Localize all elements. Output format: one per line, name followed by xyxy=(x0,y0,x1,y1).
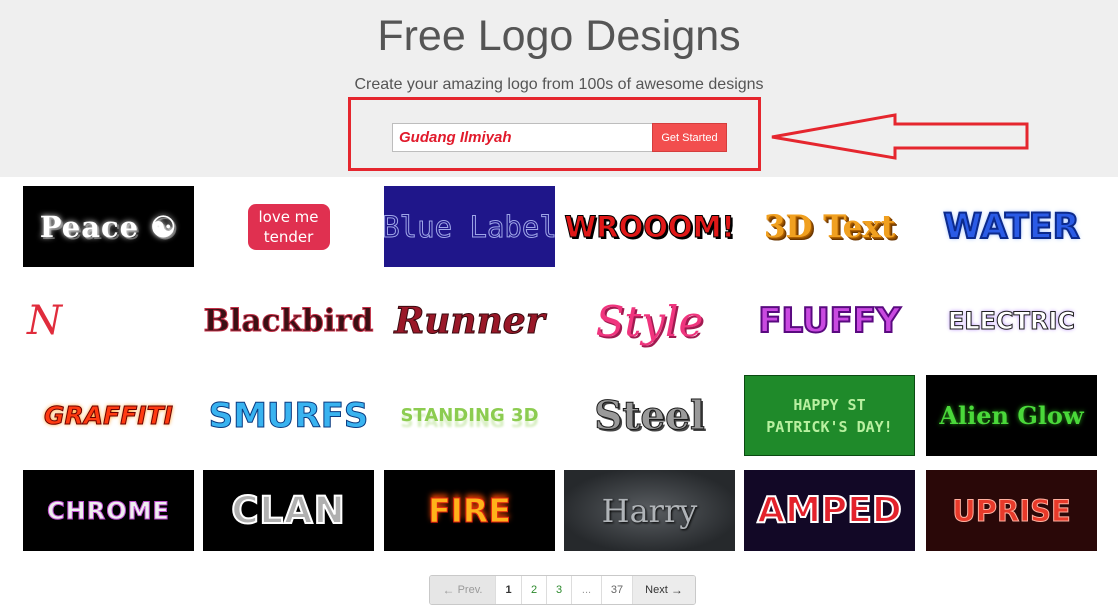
logo-tile-amped[interactable]: AMPED xyxy=(744,470,915,551)
page-1-link[interactable]: 1 xyxy=(496,576,522,604)
next-page-button[interactable]: Next → xyxy=(633,576,695,604)
logo-tile-chrome[interactable]: CHROME xyxy=(23,470,194,551)
logo-tile-electric[interactable]: ELECTRIC xyxy=(926,281,1097,361)
logo-tile-alien-glow[interactable]: Alien Glow xyxy=(926,375,1097,456)
logo-tile-graffiti[interactable]: GRAFFITI xyxy=(23,375,194,456)
logo-tile-runner[interactable]: Runner xyxy=(384,281,555,361)
logo-tile-smurfs[interactable]: SMURFS xyxy=(203,375,374,456)
pagination: ← Prev. 1 2 3 ... 37 Next → xyxy=(429,575,696,605)
logo-tile-steel[interactable]: Steel xyxy=(564,375,735,456)
logo-tile-wrooom[interactable]: WROOOM! xyxy=(564,186,735,267)
annotation-arrow-icon xyxy=(771,113,1029,160)
header: Free Logo Designs Create your amazing lo… xyxy=(0,0,1118,177)
logo-tile-harry[interactable]: Harry xyxy=(564,470,735,551)
logo-tile-fire[interactable]: FIRE xyxy=(384,470,555,551)
logo-tile-love-me-tender[interactable]: love me tender xyxy=(203,186,374,267)
logo-tile-st-patricks-day[interactable]: HAPPY ST PATRICK'S DAY! xyxy=(744,375,915,456)
logo-tile-blue-label[interactable]: Blue Label xyxy=(384,186,555,267)
logo-tile-blackbird[interactable]: Blackbird xyxy=(203,281,374,361)
page-3-link[interactable]: 3 xyxy=(547,576,572,604)
page-ellipsis: ... xyxy=(572,576,602,604)
arrow-left-icon: ← xyxy=(442,583,455,597)
page-37-link[interactable]: 37 xyxy=(602,576,633,604)
page-2-link[interactable]: 2 xyxy=(522,576,547,604)
logo-tile-clan[interactable]: CLAN xyxy=(203,470,374,551)
logo-tile-uprise[interactable]: UPRISE xyxy=(926,470,1097,551)
logo-tile-standing-3d[interactable]: STANDING 3D xyxy=(384,375,555,456)
logo-tile-3d-text[interactable]: 3D Text xyxy=(744,186,915,267)
logo-tile-peace[interactable]: Peace ☯ xyxy=(23,186,194,267)
logo-tile-n[interactable]: N xyxy=(23,281,194,361)
prev-page-button[interactable]: ← Prev. xyxy=(430,576,496,604)
logo-tile-water[interactable]: WATER xyxy=(926,186,1097,267)
logo-tile-style[interactable]: Style xyxy=(564,281,735,361)
logo-tile-fluffy[interactable]: FLUFFY xyxy=(744,281,915,361)
arrow-right-icon: → xyxy=(670,583,683,597)
